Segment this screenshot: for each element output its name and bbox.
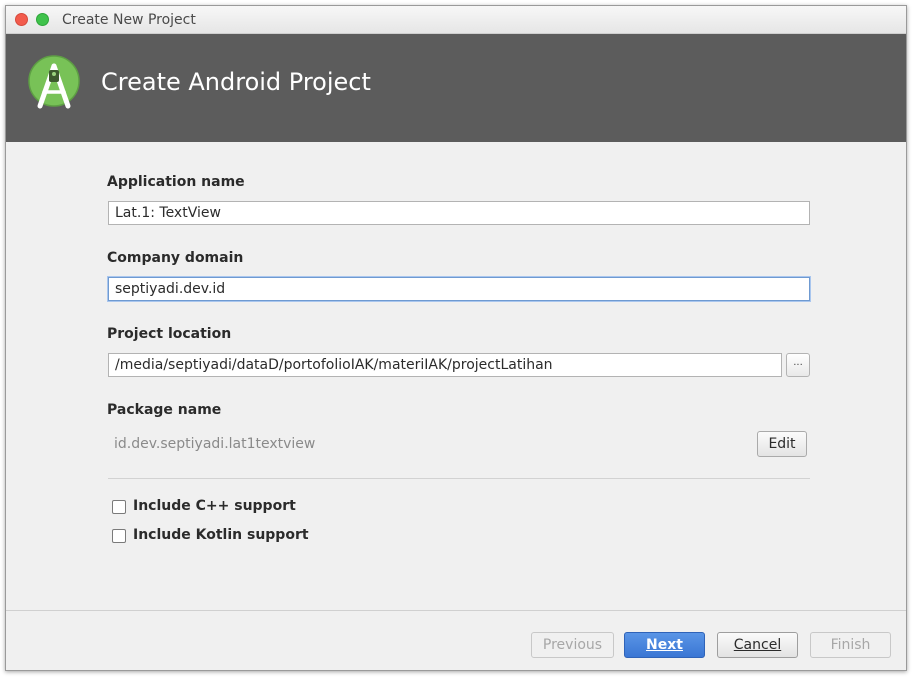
include-cpp-checkbox[interactable] [112,500,126,514]
cancel-button[interactable]: Cancel [717,632,798,658]
project-location-label: Project location [107,326,231,342]
form-panel: Application name Company domain Project … [6,142,906,610]
finish-button[interactable]: Finish [810,632,891,658]
project-location-input[interactable] [108,353,782,377]
divider [108,478,810,479]
project-location-label-text: Project location [107,326,232,342]
wizard-footer: Previous Next Cancel Finish [6,610,906,670]
next-button[interactable]: Next [624,632,705,658]
create-project-window: Create New Project Create Android Projec… [5,5,907,671]
edit-package-button[interactable]: Edit [757,431,807,457]
include-kotlin-checkbox[interactable] [112,529,126,543]
android-studio-icon [28,55,80,109]
application-name-label-text: Application name [107,174,245,190]
package-name-label: Package name [107,402,221,418]
window-title: Create New Project [62,12,196,28]
browse-location-button[interactable]: ... [786,353,810,377]
application-name-input[interactable] [108,201,810,225]
title-bar: Create New Project [6,6,906,34]
application-name-label: Application name [107,174,245,190]
maximize-window-button[interactable] [36,13,49,26]
package-name-label-text: Package name [107,402,222,418]
package-name-value: id.dev.septiyadi.lat1textview [114,436,316,452]
company-domain-input[interactable] [108,277,810,301]
company-domain-label: Company domain [107,250,243,266]
close-window-button[interactable] [15,13,28,26]
include-cpp-label: Include C++ support [133,498,296,514]
page-title: Create Android Project [101,68,371,96]
include-kotlin-label: Include Kotlin support [133,527,309,543]
company-domain-label-text: Company domain [107,250,244,266]
previous-button[interactable]: Previous [531,632,614,658]
wizard-header: Create Android Project [6,34,906,142]
